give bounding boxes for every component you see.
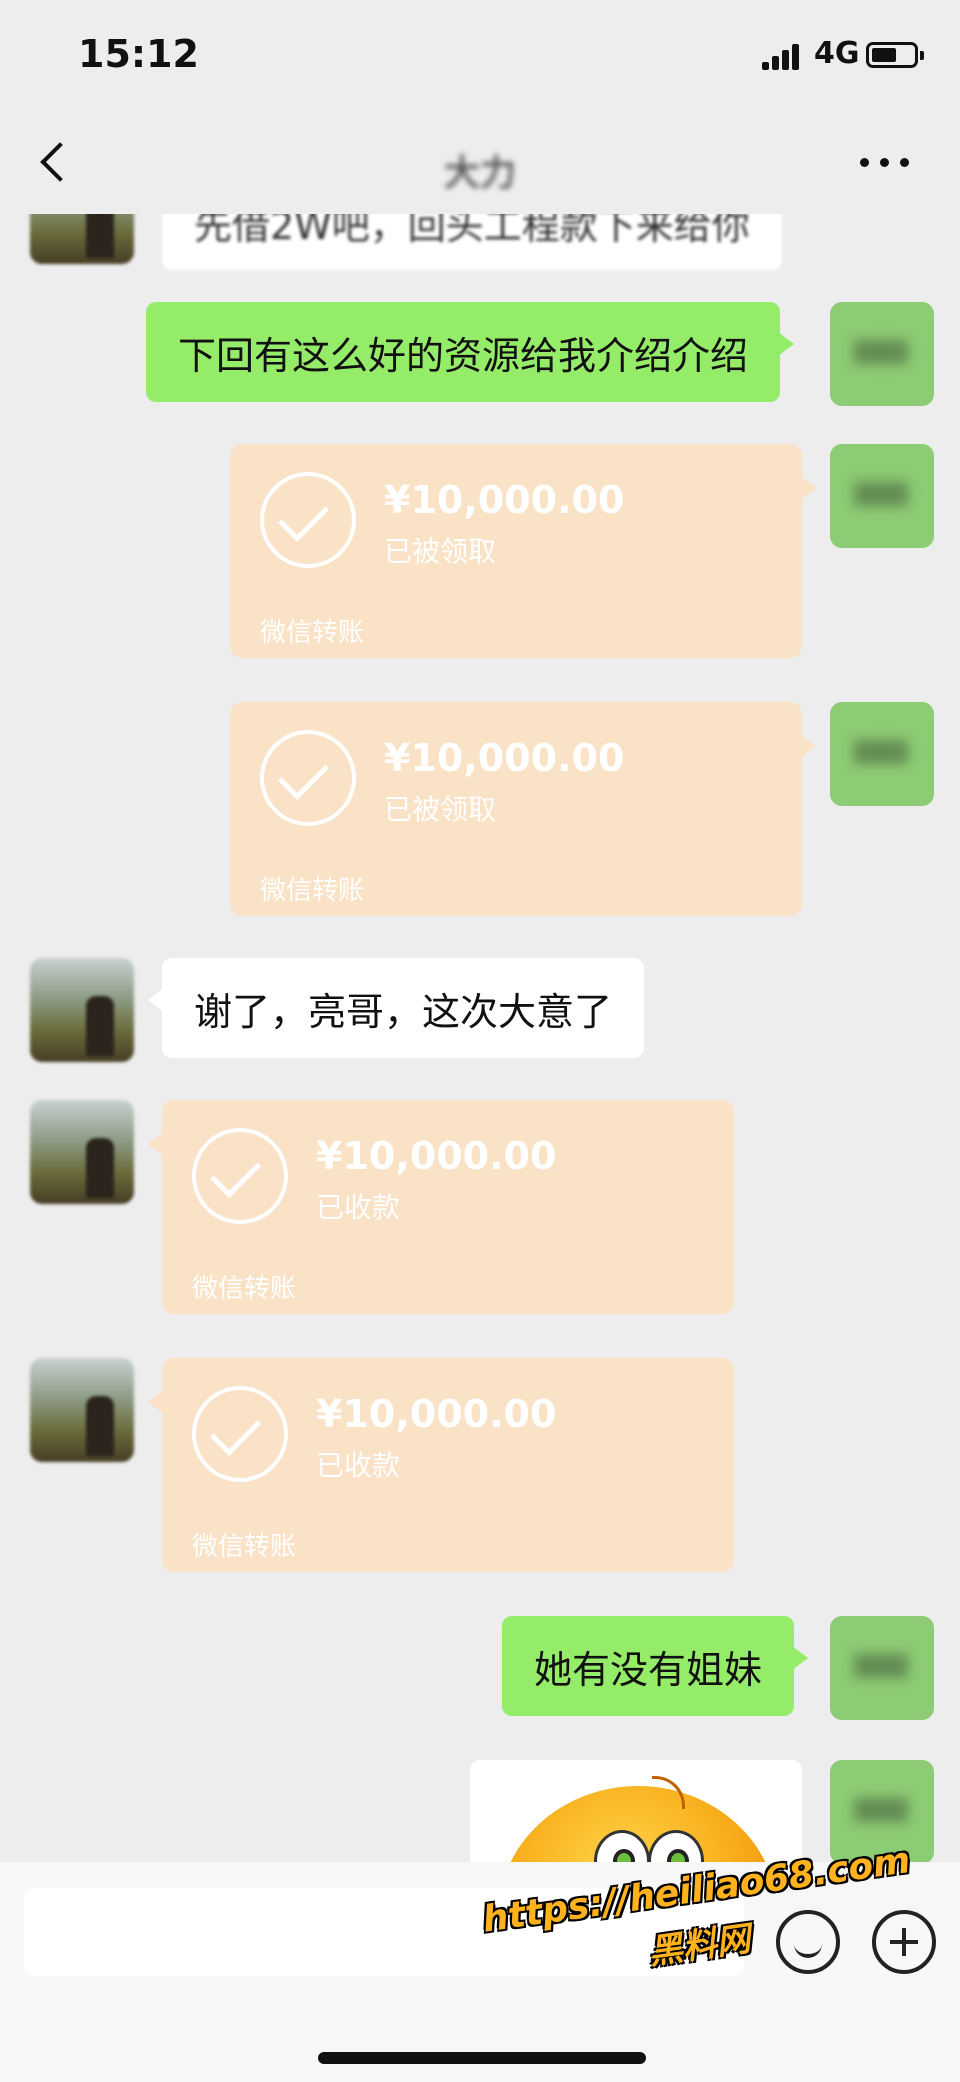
more-options-icon[interactable] <box>860 154 916 170</box>
transfer-status: 已被领取 <box>384 535 497 568</box>
check-circle-icon <box>260 472 356 568</box>
message-text: 先借2W吧，回头工程款下来给你 <box>194 214 750 248</box>
message-bubble[interactable]: 先借2W吧，回头工程款下来给你 <box>162 214 782 270</box>
battery-icon <box>866 42 924 68</box>
transfer-label: 微信转账 <box>192 1274 297 1304</box>
message-bubble[interactable]: 她有没有姐妹 <box>502 1616 809 1716</box>
check-circle-icon <box>260 730 356 826</box>
message-bubble[interactable]: 谢了，亮哥，这次大意了 <box>147 958 645 1058</box>
status-time: 15:12 <box>78 32 199 76</box>
transfer-amount: ¥10,000.00 <box>316 1134 557 1178</box>
peer-avatar[interactable] <box>30 214 134 264</box>
chat-title: 大力 <box>443 153 516 194</box>
transfer-card[interactable]: ¥10,000.00 已收款 微信转账 <box>148 1358 734 1572</box>
transfer-status: 已收款 <box>316 1449 401 1482</box>
transfer-amount: ¥10,000.00 <box>384 478 625 522</box>
transfer-label: 微信转账 <box>260 618 365 648</box>
transfer-label: 微信转账 <box>260 876 365 906</box>
plus-icon[interactable] <box>872 1910 936 1974</box>
home-indicator <box>318 2052 646 2064</box>
check-circle-icon <box>192 1386 288 1482</box>
transfer-card[interactable]: ¥10,000.00 已被领取 微信转账 <box>230 444 816 658</box>
transfer-label: 微信转账 <box>192 1532 297 1562</box>
sticker-message[interactable] <box>470 1760 802 1862</box>
peer-avatar[interactable] <box>30 1100 134 1204</box>
chat-message-list[interactable]: 先借2W吧，回头工程款下来给你 下回有这么好的资源给我介绍介绍 ¥10,000.… <box>0 214 960 1862</box>
transfer-status: 已收款 <box>316 1191 401 1224</box>
chat-header: 大力 <box>0 110 960 214</box>
message-text: 谢了，亮哥，这次大意了 <box>194 989 613 1034</box>
signal-icon <box>762 44 802 70</box>
my-avatar[interactable] <box>830 444 934 548</box>
status-bar: 15:12 4G <box>0 0 960 110</box>
transfer-amount: ¥10,000.00 <box>316 1392 557 1436</box>
my-avatar[interactable] <box>830 302 934 406</box>
emoji-icon[interactable] <box>776 1910 840 1974</box>
transfer-card[interactable]: ¥10,000.00 已被领取 微信转账 <box>230 702 816 916</box>
message-bubble[interactable]: 下回有这么好的资源给我介绍介绍 <box>146 302 795 402</box>
my-avatar[interactable] <box>830 702 934 806</box>
my-avatar[interactable] <box>830 1616 934 1720</box>
message-text: 她有没有姐妹 <box>534 1647 763 1692</box>
input-bar <box>0 1862 960 2082</box>
emoji-sticker-icon <box>498 1776 778 1862</box>
network-type: 4G <box>814 36 860 71</box>
check-circle-icon <box>192 1128 288 1224</box>
peer-avatar[interactable] <box>30 1358 134 1462</box>
transfer-status: 已被领取 <box>384 793 497 826</box>
peer-avatar[interactable] <box>30 958 134 1062</box>
transfer-card[interactable]: ¥10,000.00 已收款 微信转账 <box>148 1100 734 1314</box>
transfer-amount: ¥10,000.00 <box>384 736 625 780</box>
message-text: 下回有这么好的资源给我介绍介绍 <box>178 333 749 378</box>
